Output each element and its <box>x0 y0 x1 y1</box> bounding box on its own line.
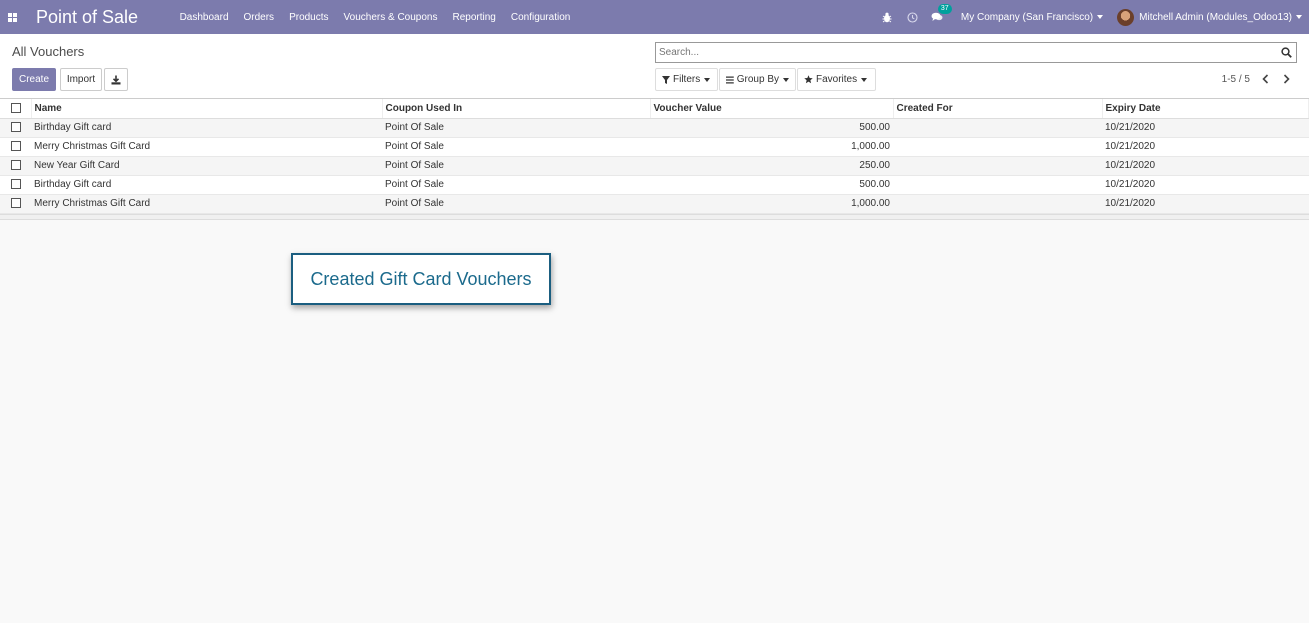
control-panel: All Vouchers Create Import Filters Group… <box>0 34 1309 99</box>
import-button[interactable]: Import <box>60 68 102 91</box>
cell-coupon-used-in: Point Of Sale <box>382 118 650 138</box>
cell-expiry-date: 10/21/2020 <box>1102 137 1309 157</box>
row-select-cell <box>0 156 31 176</box>
table-row[interactable]: Birthday Gift card Point Of Sale 500.00 … <box>0 118 1309 138</box>
row-select-cell <box>0 137 31 157</box>
cell-voucher-value: 250.00 <box>650 156 893 176</box>
filters-dropdown[interactable]: Filters <box>655 68 718 91</box>
top-navbar: Point of Sale Dashboard Orders Products … <box>0 0 1309 34</box>
favorites-label: Favorites <box>816 74 858 85</box>
export-button[interactable] <box>104 68 128 91</box>
cell-created-for <box>893 137 1102 157</box>
company-switcher[interactable]: My Company (San Francisco) <box>960 11 1104 23</box>
table-row[interactable]: New Year Gift Card Point Of Sale 250.00 … <box>0 156 1309 176</box>
menu-item-dashboard[interactable]: Dashboard <box>172 12 236 23</box>
column-header-expiry-date[interactable]: Expiry Date <box>1102 99 1309 119</box>
cell-voucher-value: 500.00 <box>650 118 893 138</box>
annotation-callout: Created Gift Card Vouchers <box>291 253 551 305</box>
app-brand[interactable]: Point of Sale <box>36 7 138 28</box>
chevron-down-icon <box>1296 15 1302 19</box>
download-icon <box>111 75 121 84</box>
select-all-cell <box>0 99 32 119</box>
filters-label: Filters <box>673 74 701 85</box>
user-menu[interactable]: Mitchell Admin (Modules_Odoo13) <box>1117 8 1302 26</box>
table-row[interactable]: Merry Christmas Gift Card Point Of Sale … <box>0 194 1309 214</box>
cell-expiry-date: 10/21/2020 <box>1102 194 1309 214</box>
avatar <box>1117 8 1135 26</box>
column-header-voucher-value[interactable]: Voucher Value <box>650 99 894 119</box>
row-select-cell <box>0 118 31 138</box>
cell-coupon-used-in: Point Of Sale <box>382 156 650 176</box>
chevron-down-icon <box>861 77 868 82</box>
cell-name: Birthday Gift card <box>31 175 382 195</box>
star-icon <box>804 75 813 84</box>
cell-created-for <box>893 156 1102 176</box>
menu-item-products[interactable]: Products <box>282 12 336 23</box>
chevron-down-icon <box>783 77 789 82</box>
column-header-coupon-used-in[interactable]: Coupon Used In <box>382 99 651 119</box>
cell-coupon-used-in: Point Of Sale <box>382 194 650 214</box>
row-checkbox[interactable] <box>11 179 21 190</box>
breadcrumb: All Vouchers <box>12 44 85 59</box>
systray: 37 My Company (San Francisco) Mitchell A… <box>875 0 1309 34</box>
bug-icon[interactable] <box>875 12 900 23</box>
filter-icon <box>662 75 670 84</box>
column-header-created-for[interactable]: Created For <box>893 99 1103 119</box>
cell-voucher-value: 500.00 <box>650 175 893 195</box>
row-checkbox[interactable] <box>11 122 21 133</box>
cell-name: New Year Gift Card <box>31 156 382 176</box>
menu-item-reporting[interactable]: Reporting <box>445 12 503 23</box>
apps-menu-icon[interactable] <box>0 0 24 34</box>
table-row[interactable]: Merry Christmas Gift Card Point Of Sale … <box>0 137 1309 157</box>
row-checkbox[interactable] <box>11 198 21 209</box>
messaging-count-badge: 37 <box>937 4 952 14</box>
cell-voucher-value: 1,000.00 <box>650 194 893 214</box>
row-select-cell <box>0 175 31 195</box>
messaging-icon[interactable]: 37 <box>925 4 952 22</box>
table-header-row: Name Coupon Used In Voucher Value Create… <box>0 99 1309 119</box>
activity-clock-icon[interactable] <box>900 11 925 23</box>
table-footer <box>0 214 1309 220</box>
user-name: Mitchell Admin (Modules_Odoo13) <box>1139 11 1292 23</box>
pager-next-button[interactable] <box>1276 70 1296 88</box>
chevron-left-icon <box>1261 74 1268 84</box>
table-row[interactable]: Birthday Gift card Point Of Sale 500.00 … <box>0 175 1309 195</box>
select-all-checkbox[interactable] <box>11 103 21 114</box>
chevron-down-icon <box>1097 14 1104 19</box>
row-checkbox[interactable] <box>11 141 21 152</box>
search-bar <box>655 42 1297 63</box>
groupby-dropdown[interactable]: Group By <box>719 68 796 91</box>
cell-voucher-value: 1,000.00 <box>650 137 893 157</box>
main-menu: Dashboard Orders Products Vouchers & Cou… <box>172 12 578 23</box>
cell-created-for <box>893 175 1102 195</box>
groupby-label: Group By <box>736 74 779 85</box>
pager-previous-button[interactable] <box>1255 70 1275 88</box>
menu-item-configuration[interactable]: Configuration <box>503 12 577 23</box>
cell-name: Merry Christmas Gift Card <box>31 137 382 157</box>
search-icon[interactable] <box>1281 47 1292 58</box>
favorites-dropdown[interactable]: Favorites <box>797 68 876 91</box>
cell-expiry-date: 10/21/2020 <box>1102 118 1309 138</box>
chevron-down-icon <box>704 77 711 82</box>
row-select-cell <box>0 194 31 214</box>
chevron-right-icon <box>1283 74 1290 84</box>
cell-created-for <box>893 194 1102 214</box>
cell-coupon-used-in: Point Of Sale <box>382 137 650 157</box>
company-name: My Company (San Francisco) <box>960 11 1094 23</box>
cell-name: Birthday Gift card <box>31 118 382 138</box>
cell-coupon-used-in: Point Of Sale <box>382 175 650 195</box>
search-input[interactable] <box>656 43 1276 62</box>
list-icon <box>726 75 734 84</box>
menu-item-vouchers-coupons[interactable]: Vouchers & Coupons <box>336 12 445 23</box>
column-header-name[interactable]: Name <box>31 99 383 119</box>
cell-name: Merry Christmas Gift Card <box>31 194 382 214</box>
cell-created-for <box>893 118 1102 138</box>
create-button[interactable]: Create <box>12 68 56 91</box>
vouchers-list-table: Name Coupon Used In Voucher Value Create… <box>0 99 1309 214</box>
cell-expiry-date: 10/21/2020 <box>1102 156 1309 176</box>
pager-value[interactable]: 1-5 / 5 <box>1222 74 1250 85</box>
row-checkbox[interactable] <box>11 160 21 171</box>
cell-expiry-date: 10/21/2020 <box>1102 175 1309 195</box>
menu-item-orders[interactable]: Orders <box>236 12 282 23</box>
